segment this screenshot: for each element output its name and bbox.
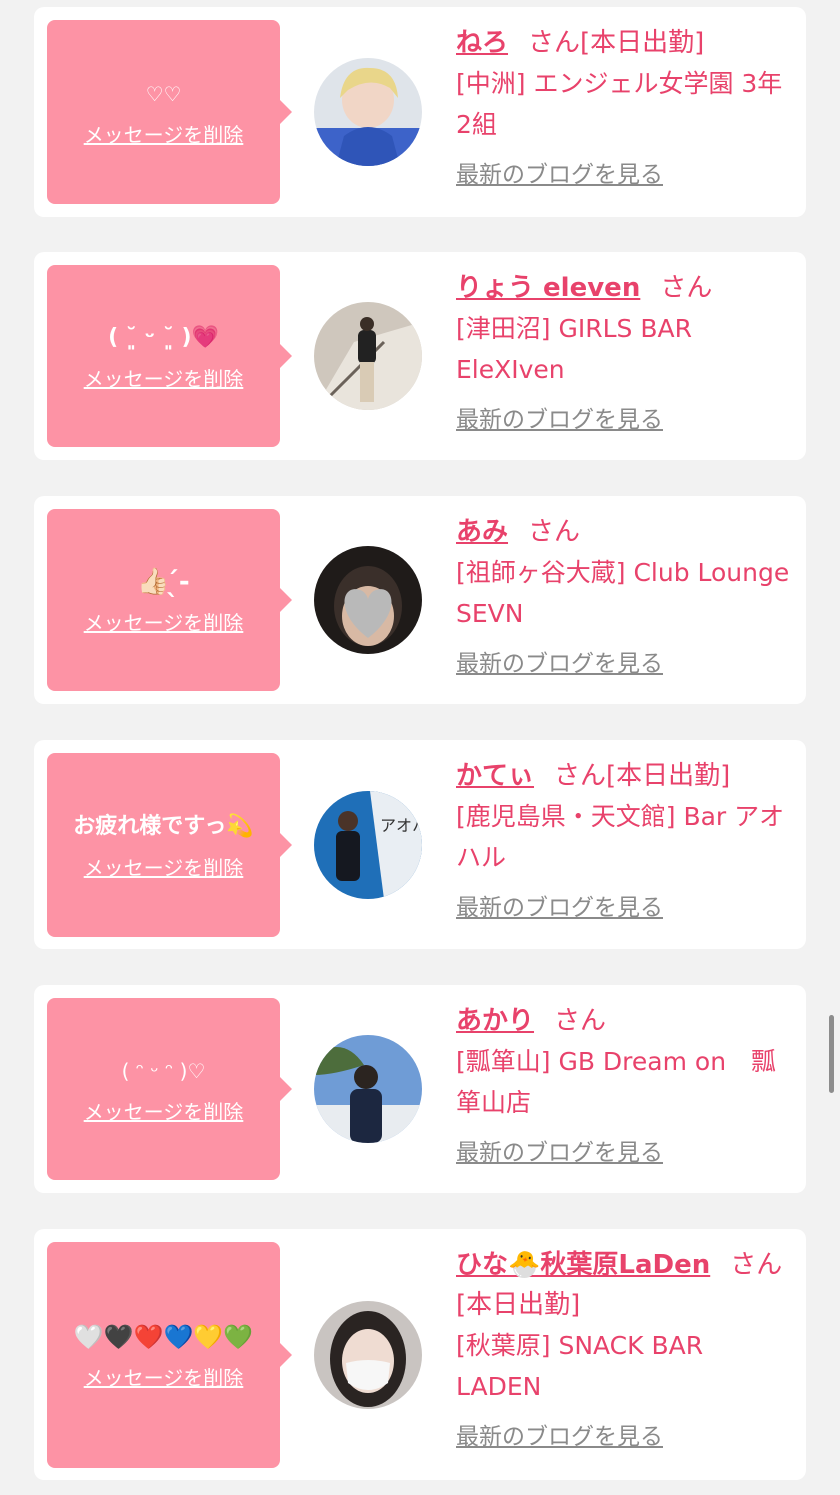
delete-message-link[interactable]: メッセージを削除 bbox=[84, 1362, 244, 1391]
avatar[interactable] bbox=[314, 1301, 422, 1409]
honorific: さん bbox=[660, 273, 713, 303]
status-badge: [本日出勤] bbox=[580, 28, 705, 58]
message-card: ♡♡ メッセージを削除 ねろ さん[本日出勤] [中洲] エンジェル女学園 3年2… bbox=[34, 7, 806, 217]
cast-info: ひな🐣秋葉原LaDen さん [本日出勤] [秋葉原] SNACK BAR LADE… bbox=[456, 1245, 796, 1451]
message-bubble: お疲れ様ですっ💫 メッセージを削除 bbox=[47, 753, 292, 937]
delete-message-link[interactable]: メッセージを削除 bbox=[84, 607, 244, 636]
message-card: 🤍🖤❤️💙💛💚 メッセージを削除 ひな🐣秋葉原LaDen さん [本日出勤] [秋葉… bbox=[34, 1229, 806, 1480]
message-text: ( ᵔ ᵕ ᵔ )♡ bbox=[121, 1058, 206, 1083]
message-bubble: ( ᵔ ᵕ ᵔ )♡ メッセージを削除 bbox=[47, 998, 292, 1180]
message-card: ( ˘͈ ᵕ ˘͈ )💗 メッセージを削除 りょう eleven さん [津田沼]… bbox=[34, 252, 806, 460]
delete-message-link[interactable]: メッセージを削除 bbox=[84, 852, 244, 881]
cast-name-link[interactable]: あかり bbox=[456, 1006, 534, 1036]
name-line: あみ さん bbox=[456, 512, 796, 552]
latest-blog-link[interactable]: 最新のブログを見る bbox=[456, 400, 663, 434]
cast-name-link[interactable]: ひな🐣秋葉原LaDen bbox=[456, 1250, 710, 1280]
message-text: 👍🏻 ̖́- bbox=[137, 566, 190, 597]
shop-name: [津田沼] GIRLS BAR EleXIven bbox=[456, 314, 692, 384]
latest-blog-link[interactable]: 最新のブログを見る bbox=[456, 888, 663, 922]
honorific: さん bbox=[528, 28, 581, 58]
cast-info: あかり さん [瓢箪山] GB Dream on 瓢箪山店 最新のブログを見る bbox=[456, 1001, 796, 1167]
cast-name-link[interactable]: あみ bbox=[456, 517, 508, 547]
latest-blog-link[interactable]: 最新のブログを見る bbox=[456, 644, 663, 678]
message-card: お疲れ様ですっ💫 メッセージを削除 アオハル かてぃさん[本日出勤] [鹿児島県… bbox=[34, 740, 806, 949]
honorific: さん bbox=[554, 1006, 607, 1036]
avatar[interactable] bbox=[314, 58, 422, 166]
message-text: ( ˘͈ ᵕ ˘͈ )💗 bbox=[108, 324, 219, 350]
scrollbar[interactable] bbox=[829, 1015, 834, 1093]
shop-name: [鹿児島県・天文館] Bar アオハル bbox=[456, 802, 785, 872]
shop-name: [祖師ヶ谷大蔵] Club Lounge SEVN bbox=[456, 558, 790, 628]
cast-name-link[interactable]: かてぃ bbox=[456, 761, 534, 791]
message-bubble: ♡♡ メッセージを削除 bbox=[47, 20, 292, 204]
avatar[interactable] bbox=[314, 1035, 422, 1143]
avatar[interactable]: アオハル bbox=[314, 791, 422, 899]
svg-text:アオハル: アオハル bbox=[380, 816, 422, 835]
name-line: ねろ さん[本日出勤] bbox=[456, 23, 796, 63]
name-line: あかり さん bbox=[456, 1001, 796, 1041]
cast-name-link[interactable]: りょう eleven bbox=[456, 273, 640, 303]
message-text: お疲れ様ですっ💫 bbox=[73, 813, 254, 839]
message-bubble: 👍🏻 ̖́- メッセージを削除 bbox=[47, 509, 292, 691]
delete-message-link[interactable]: メッセージを削除 bbox=[84, 119, 244, 148]
shop-name: [瓢箪山] GB Dream on 瓢箪山店 bbox=[456, 1047, 777, 1117]
latest-blog-link[interactable]: 最新のブログを見る bbox=[456, 155, 663, 189]
message-text: 🤍🖤❤️💙💛💚 bbox=[73, 1322, 254, 1351]
honorific: さん bbox=[554, 761, 607, 791]
message-bubble: 🤍🖤❤️💙💛💚 メッセージを削除 bbox=[47, 1242, 292, 1468]
honorific: さん bbox=[528, 517, 581, 547]
cast-info: かてぃ さん[本日出勤] [鹿児島県・天文館] Bar アオハル 最新のブログを見… bbox=[456, 756, 796, 922]
delete-message-link[interactable]: メッセージを削除 bbox=[84, 363, 244, 392]
name-line: りょう eleven さん bbox=[456, 268, 796, 308]
message-card: ( ᵔ ᵕ ᵔ )♡ メッセージを削除 あかり さん [瓢箪山] GB Dream… bbox=[34, 985, 806, 1193]
status-badge: [本日出勤] bbox=[456, 1290, 581, 1320]
shop-name: [中洲] エンジェル女学園 3年2組 bbox=[456, 69, 783, 139]
status-badge: [本日出勤] bbox=[606, 761, 731, 791]
avatar[interactable] bbox=[314, 546, 422, 654]
cast-info: あみ さん [祖師ヶ谷大蔵] Club Lounge SEVN 最新のブログを見る bbox=[456, 512, 796, 678]
avatar[interactable] bbox=[314, 302, 422, 410]
message-bubble: ( ˘͈ ᵕ ˘͈ )💗 メッセージを削除 bbox=[47, 265, 292, 447]
cast-name-link[interactable]: ねろ bbox=[456, 28, 508, 58]
name-line: ひな🐣秋葉原LaDen さん [本日出勤] bbox=[456, 1245, 796, 1325]
delete-message-link[interactable]: メッセージを削除 bbox=[84, 1096, 244, 1125]
shop-name: [秋葉原] SNACK BAR LADEN bbox=[456, 1331, 704, 1401]
message-text: ♡♡ bbox=[145, 81, 182, 106]
latest-blog-link[interactable]: 最新のブログを見る bbox=[456, 1417, 663, 1451]
latest-blog-link[interactable]: 最新のブログを見る bbox=[456, 1133, 663, 1167]
name-line: かてぃ さん[本日出勤] bbox=[456, 756, 796, 796]
cast-info: ねろ さん[本日出勤] [中洲] エンジェル女学園 3年2組 最新のブログを見る bbox=[456, 23, 796, 189]
message-card: 👍🏻 ̖́- メッセージを削除 あみ さん [祖師ヶ谷大蔵] Club Loung… bbox=[34, 496, 806, 704]
message-list-page: ♡♡ メッセージを削除 ねろ さん[本日出勤] [中洲] エンジェル女学園 3年2… bbox=[0, 0, 840, 1495]
cast-info: りょう eleven さん [津田沼] GIRLS BAR EleXIven 最新… bbox=[456, 268, 796, 434]
honorific: さん bbox=[730, 1250, 783, 1280]
